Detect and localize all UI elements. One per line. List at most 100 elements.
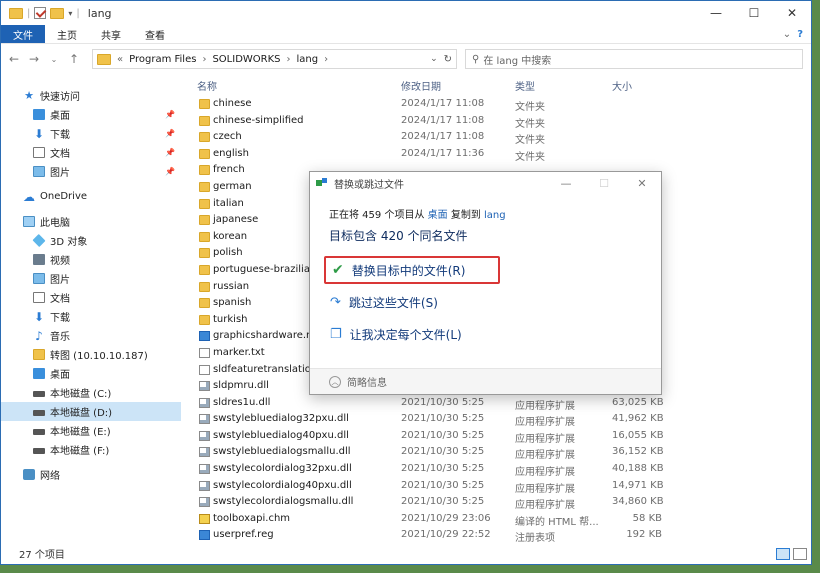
sidebar-item-drive-d[interactable]: 本地磁盘 (D:) bbox=[1, 402, 181, 421]
file-row[interactable]: swstylecolordialog32pxu.dll 2021/10/30 5:… bbox=[191, 461, 813, 478]
file-name: spanish bbox=[213, 297, 252, 309]
pin-icon: 📌 bbox=[165, 148, 175, 157]
close-button[interactable]: ✕ bbox=[773, 1, 811, 25]
column-header-size[interactable]: 大小 bbox=[612, 78, 632, 93]
replace-files-option[interactable]: ✔ 替换目标中的文件(R) bbox=[324, 256, 500, 284]
status-bar: 27 个项目 bbox=[1, 542, 813, 564]
file-row[interactable]: swstylebluedialog40pxu.dll 2021/10/30 5:2… bbox=[191, 428, 813, 445]
folder-icon bbox=[199, 281, 210, 292]
file-name: swstylebluedialog32pxu.dll bbox=[213, 413, 349, 425]
tab-share[interactable]: 共享 bbox=[89, 25, 133, 43]
address-dropdown-icon[interactable]: ⌄ bbox=[430, 54, 438, 64]
minimize-button[interactable]: — bbox=[697, 1, 735, 25]
decide-each-file-option[interactable]: ❐ 让我决定每个文件(L) bbox=[324, 320, 462, 348]
column-header-type[interactable]: 类型 bbox=[515, 78, 535, 93]
file-row[interactable]: swstylecolordialog40pxu.dll 2021/10/30 5:… bbox=[191, 478, 813, 495]
tab-file[interactable]: 文件 bbox=[1, 25, 45, 43]
breadcrumb-separator-icon[interactable]: › bbox=[324, 54, 328, 65]
sidebar-item-pictures[interactable]: 图片 📌 bbox=[1, 162, 181, 181]
breadcrumb-program-files[interactable]: Program Files bbox=[129, 54, 196, 65]
recent-locations-chevron-icon[interactable]: ⌄ bbox=[47, 55, 61, 64]
dll-file-icon bbox=[199, 430, 210, 441]
sidebar-item-downloads[interactable]: ⬇ 下载 📌 bbox=[1, 124, 181, 143]
sidebar-item-drive-c[interactable]: 本地磁盘 (C:) bbox=[1, 383, 181, 402]
source-link[interactable]: 桌面 bbox=[428, 210, 448, 221]
file-name: chinese-simplified bbox=[213, 114, 304, 126]
sidebar-item-music[interactable]: ♪ 音乐 bbox=[1, 326, 181, 345]
sidebar-item-documents-pc[interactable]: 文档 bbox=[1, 288, 181, 307]
breadcrumb-separator-icon[interactable]: › bbox=[202, 54, 206, 65]
file-size: 34,860 KB bbox=[612, 496, 664, 508]
sidebar-item-drive-f[interactable]: 本地磁盘 (F:) bbox=[1, 440, 181, 459]
maximize-button[interactable]: ☐ bbox=[735, 1, 773, 25]
sidebar-item-downloads-pc[interactable]: ⬇ 下载 bbox=[1, 307, 181, 326]
expand-ribbon-icon[interactable]: ⌄ bbox=[783, 29, 791, 40]
skip-files-option[interactable]: ↷ 跳过这些文件(S) bbox=[324, 288, 438, 316]
3d-objects-icon bbox=[32, 233, 46, 248]
file-row[interactable]: chinese 2024/1/17 11:08 文件夹 bbox=[191, 96, 813, 113]
file-row[interactable]: chinese-simplified 2024/1/17 11:08 文件夹 bbox=[191, 113, 813, 130]
search-input[interactable]: ⚲ 在 lang 中搜索 bbox=[465, 49, 803, 69]
skip-arrow-icon: ↷ bbox=[330, 294, 341, 310]
file-date: 2021/10/30 5:25 bbox=[401, 479, 485, 491]
sidebar-item-desktop[interactable]: 桌面 📌 bbox=[1, 105, 181, 124]
sidebar-item-this-pc[interactable]: 此电脑 bbox=[1, 212, 181, 231]
up-arrow-icon[interactable]: ↑ bbox=[67, 52, 81, 66]
sidebar-item-3d-objects[interactable]: 3D 对象 bbox=[1, 231, 181, 250]
new-folder-icon[interactable] bbox=[50, 7, 65, 19]
sidebar-item-documents[interactable]: 文档 📌 bbox=[1, 143, 181, 162]
sidebar-item-network[interactable]: 网络 bbox=[1, 465, 181, 484]
document-icon bbox=[33, 292, 45, 303]
dialog-minimize-button[interactable]: — bbox=[547, 172, 585, 194]
large-icons-view-icon[interactable] bbox=[793, 548, 807, 560]
file-name: toolboxapi.chm bbox=[213, 512, 291, 524]
breadcrumb-solidworks[interactable]: SOLIDWORKS bbox=[212, 54, 280, 65]
forward-arrow-icon[interactable]: → bbox=[27, 52, 41, 66]
file-type: 应用程序扩展 bbox=[515, 483, 575, 495]
network-icon bbox=[23, 469, 35, 480]
details-view-icon[interactable] bbox=[776, 548, 790, 560]
sidebar-item-videos[interactable]: 视频 bbox=[1, 250, 181, 269]
sidebar-item-onedrive[interactable]: ☁ OneDrive bbox=[1, 187, 181, 206]
refresh-icon[interactable]: ↻ bbox=[444, 54, 456, 65]
file-row[interactable]: sldres1u.dll 2021/10/30 5:25 应用程序扩展 63,025 … bbox=[191, 395, 813, 412]
file-size: 58 KB bbox=[632, 512, 662, 524]
breadcrumb-lang[interactable]: lang bbox=[297, 54, 319, 65]
file-date: 2024/1/17 11:36 bbox=[401, 147, 485, 159]
dll-file-icon bbox=[199, 397, 210, 408]
text-file-icon bbox=[199, 347, 210, 358]
tab-home[interactable]: 主页 bbox=[45, 25, 89, 43]
tab-view[interactable]: 查看 bbox=[133, 25, 177, 43]
file-type: 应用程序扩展 bbox=[515, 467, 575, 479]
breadcrumb-separator-icon[interactable]: › bbox=[287, 54, 291, 65]
pin-icon: 📌 bbox=[165, 129, 175, 138]
dialog-close-button[interactable]: ✕ bbox=[623, 172, 661, 194]
registry-file-icon bbox=[199, 331, 210, 342]
replace-or-skip-dialog: 替换或跳过文件 — ☐ ✕ 正在将 459 个项目从 桌面 复制到 lang 目… bbox=[309, 171, 662, 395]
file-type: 应用程序扩展 bbox=[515, 433, 575, 445]
file-row[interactable]: swstylebluedialogsmallu.dll 2021/10/30 5:… bbox=[191, 444, 813, 461]
file-row[interactable]: swstylebluedialog32pxu.dll 2021/10/30 5:2… bbox=[191, 411, 813, 428]
fewer-details-toggle[interactable]: ︿ 简略信息 bbox=[310, 368, 661, 394]
file-name: sldpmru.dll bbox=[213, 380, 269, 392]
sidebar-item-quick-access[interactable]: ★ 快速访问 bbox=[1, 86, 181, 105]
column-header-name[interactable]: 名称 bbox=[197, 78, 217, 93]
column-header-date[interactable]: 修改日期 bbox=[401, 78, 441, 93]
file-date: 2021/10/30 5:25 bbox=[401, 463, 485, 475]
sidebar-item-network-share[interactable]: 转图 (10.10.10.187) bbox=[1, 345, 181, 364]
destination-link[interactable]: lang bbox=[484, 210, 506, 221]
breadcrumb-overflow[interactable]: « bbox=[117, 54, 123, 65]
sidebar-item-drive-e[interactable]: 本地磁盘 (E:) bbox=[1, 421, 181, 440]
properties-checkbox-icon[interactable] bbox=[34, 7, 47, 19]
file-row[interactable]: english 2024/1/17 11:36 文件夹 bbox=[191, 146, 813, 163]
sidebar-item-pictures-pc[interactable]: 图片 bbox=[1, 269, 181, 288]
help-icon[interactable]: ? bbox=[797, 29, 803, 40]
sidebar-item-desktop-pc[interactable]: 桌面 bbox=[1, 364, 181, 383]
back-arrow-icon[interactable]: ← bbox=[7, 52, 21, 66]
address-bar[interactable]: « Program Files › SOLIDWORKS › lang › ⌄ … bbox=[92, 49, 457, 69]
file-row[interactable]: swstylecolordialogsmallu.dll 2021/10/30 5… bbox=[191, 494, 813, 511]
file-row[interactable]: toolboxapi.chm 2021/10/29 23:06 编译的 HTML 帮… bbox=[191, 511, 813, 528]
customize-toolbar-chevron-icon[interactable]: ▾ bbox=[68, 9, 72, 18]
file-row[interactable]: czech 2024/1/17 11:08 文件夹 bbox=[191, 129, 813, 146]
download-icon: ⬇ bbox=[33, 126, 45, 141]
